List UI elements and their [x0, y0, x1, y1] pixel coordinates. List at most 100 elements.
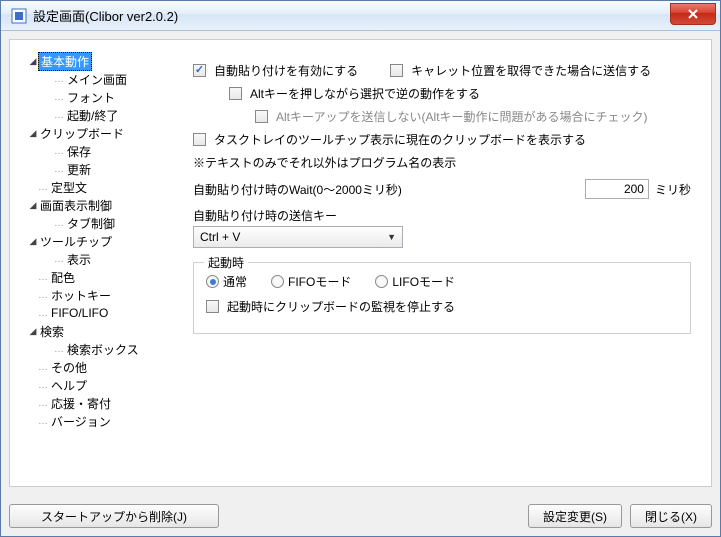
note-textonly: ※テキストのみでそれ以外はプログラム名の表示 [193, 154, 691, 171]
tree-item-label: 定型文 [49, 179, 89, 196]
close-dialog-button[interactable]: 閉じる(X) [630, 504, 712, 528]
label-radio-lifo: LIFOモード [392, 273, 455, 290]
tree-item-label: 検索 [38, 323, 66, 340]
tree-item-5[interactable]: …保存 [18, 142, 173, 160]
combo-sendkey-value: Ctrl + V [200, 230, 240, 244]
tree-connector: … [54, 344, 63, 355]
tree-connector: … [38, 362, 47, 373]
label-caret: キャレット位置を取得できた場合に送信する [411, 62, 651, 79]
tree-connector: … [38, 308, 47, 319]
tree-connector: … [54, 164, 63, 175]
tree-item-label: 更新 [65, 161, 93, 178]
tree-connector: … [38, 398, 47, 409]
tree-item-label: 基本動作 [38, 52, 92, 71]
input-wait[interactable] [585, 179, 649, 199]
tree-connector: … [38, 182, 47, 193]
label-radio-normal: 通常 [223, 273, 247, 290]
tree-connector: … [38, 416, 47, 427]
tree-item-label: タブ制御 [65, 215, 117, 232]
tree-item-17[interactable]: …その他 [18, 358, 173, 376]
tree-item-7[interactable]: …定型文 [18, 178, 173, 196]
tree-item-label: ツールチップ [38, 233, 114, 250]
tree-item-20[interactable]: …バージョン [18, 412, 173, 430]
tree-item-8[interactable]: ◢画面表示制御 [18, 196, 173, 214]
radio-lifo[interactable] [375, 275, 388, 288]
tree-item-16[interactable]: …検索ボックス [18, 340, 173, 358]
radio-fifo[interactable] [271, 275, 284, 288]
content-area: 自動貼り付けを有効にする キャレット位置を取得できた場合に送信する Altキーを… [173, 48, 703, 478]
checkbox-tooltip-clip[interactable] [193, 133, 206, 146]
tree-item-label: 画面表示制御 [38, 197, 114, 214]
tree-item-label: フォント [65, 89, 117, 106]
tree-item-label: 保存 [65, 143, 93, 160]
label-tooltip-clip: タスクトレイのツールチップ表示に現在のクリップボードを表示する [214, 131, 586, 148]
label-wait-unit: ミリ秒 [655, 181, 691, 198]
tree-connector: … [38, 380, 47, 391]
tree-connector: … [38, 272, 47, 283]
label-alt-keyup: Altキーアップを送信しない(Altキー動作に問題がある場合にチェック) [276, 108, 648, 125]
app-icon [11, 8, 27, 24]
tree-item-label: 表示 [65, 251, 93, 268]
tree-item-13[interactable]: …ホットキー [18, 286, 173, 304]
checkbox-caret[interactable] [390, 64, 403, 77]
tree-connector: … [38, 290, 47, 301]
tree-connector: … [54, 110, 63, 121]
tree-item-label: FIFO/LIFO [49, 306, 110, 320]
tree-item-12[interactable]: …配色 [18, 268, 173, 286]
checkbox-autopaste[interactable] [193, 64, 206, 77]
tree-item-6[interactable]: …更新 [18, 160, 173, 178]
tree-connector: … [54, 218, 63, 229]
label-alt-reverse: Altキーを押しながら選択で逆の動作をする [250, 85, 480, 102]
chevron-down-icon: ▼ [387, 232, 396, 242]
triangle-down-icon: ◢ [28, 200, 38, 211]
tree-item-label: バージョン [49, 413, 113, 430]
titlebar: 設定画面(Clibor ver2.0.2) [1, 1, 720, 31]
legend-startup: 起動時 [204, 254, 248, 271]
checkbox-alt-keyup[interactable] [255, 110, 268, 123]
tree-item-label: 起動/終了 [65, 107, 120, 124]
button-bar: スタートアップから削除(J) 設定変更(S) 閉じる(X) [9, 504, 712, 528]
tree-item-label: ホットキー [49, 287, 113, 304]
tree-item-9[interactable]: …タブ制御 [18, 214, 173, 232]
close-button[interactable] [670, 3, 716, 25]
triangle-down-icon: ◢ [28, 326, 38, 337]
tree-item-2[interactable]: …フォント [18, 88, 173, 106]
tree-item-11[interactable]: …表示 [18, 250, 173, 268]
radio-normal[interactable] [206, 275, 219, 288]
client-area: ◢基本動作…メイン画面…フォント…起動/終了◢クリップボード…保存…更新…定型文… [1, 31, 720, 536]
apply-button[interactable]: 設定変更(S) [528, 504, 622, 528]
tree-item-label: クリップボード [38, 125, 126, 142]
label-wait: 自動貼り付け時のWait(0～2000ミリ秒) [193, 181, 402, 198]
settings-window: 設定画面(Clibor ver2.0.2) ◢基本動作…メイン画面…フォント…起… [0, 0, 721, 537]
tree-connector: … [54, 92, 63, 103]
triangle-down-icon: ◢ [28, 56, 38, 67]
tree-item-0[interactable]: ◢基本動作 [18, 52, 173, 70]
tree-item-label: 配色 [49, 269, 77, 286]
tree-connector: … [54, 146, 63, 157]
tree-item-1[interactable]: …メイン画面 [18, 70, 173, 88]
tree-item-18[interactable]: …ヘルプ [18, 376, 173, 394]
tree-item-14[interactable]: …FIFO/LIFO [18, 304, 173, 322]
tree-item-label: 応援・寄付 [49, 395, 113, 412]
label-radio-fifo: FIFOモード [288, 273, 351, 290]
tree-item-label: ヘルプ [49, 377, 89, 394]
tree-item-label: 検索ボックス [65, 341, 141, 358]
checkbox-alt-reverse[interactable] [229, 87, 242, 100]
tree-item-10[interactable]: ◢ツールチップ [18, 232, 173, 250]
label-autopaste: 自動貼り付けを有効にする [214, 62, 358, 79]
triangle-down-icon: ◢ [28, 128, 38, 139]
nav-tree[interactable]: ◢基本動作…メイン画面…フォント…起動/終了◢クリップボード…保存…更新…定型文… [18, 48, 173, 478]
tree-item-label: メイン画面 [65, 71, 129, 88]
delete-startup-button[interactable]: スタートアップから削除(J) [9, 504, 219, 528]
tree-connector: … [54, 74, 63, 85]
fieldset-startup: 起動時 通常 FIFOモード LIFOモード [193, 262, 691, 334]
label-stop-monitor: 起動時にクリップボードの監視を停止する [227, 298, 455, 315]
tree-item-label: その他 [49, 359, 89, 376]
tree-item-4[interactable]: ◢クリップボード [18, 124, 173, 142]
checkbox-stop-monitor[interactable] [206, 300, 219, 313]
tree-item-3[interactable]: …起動/終了 [18, 106, 173, 124]
combo-sendkey[interactable]: Ctrl + V ▼ [193, 226, 403, 248]
tree-connector: … [54, 254, 63, 265]
tree-item-15[interactable]: ◢検索 [18, 322, 173, 340]
tree-item-19[interactable]: …応援・寄付 [18, 394, 173, 412]
